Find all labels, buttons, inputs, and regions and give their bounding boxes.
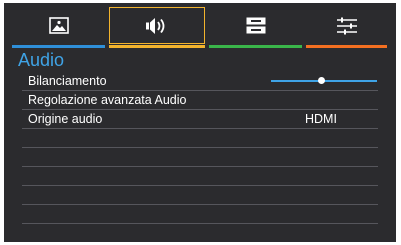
menu-item-label: Bilanciamento xyxy=(28,74,107,88)
tab-audio-indicator xyxy=(109,45,205,48)
picture-icon xyxy=(48,17,69,34)
menu-item-empty xyxy=(22,224,378,242)
display-settings-icon xyxy=(246,17,265,34)
sliders-icon xyxy=(336,17,357,34)
menu-item-empty xyxy=(22,129,378,148)
menu-item-label: Origine audio xyxy=(28,112,103,126)
balance-slider[interactable] xyxy=(271,77,377,84)
menu-item-empty xyxy=(22,167,378,186)
osd-menu: Audio Bilanciamento Regolazione avanzata… xyxy=(4,3,396,242)
tab-picture[interactable] xyxy=(12,7,105,44)
category-tabs xyxy=(12,7,387,50)
tab-settings-indicator xyxy=(306,45,387,48)
menu-item-advanced-audio[interactable]: Regolazione avanzata Audio xyxy=(22,91,378,110)
menu-item-balance[interactable]: Bilanciamento xyxy=(22,72,378,91)
tab-display-indicator xyxy=(209,45,302,48)
menu-item-audio-source[interactable]: Origine audio HDMI xyxy=(22,110,378,129)
section-title: Audio xyxy=(18,50,65,70)
tab-picture-indicator xyxy=(12,45,105,48)
tab-display[interactable] xyxy=(209,7,302,44)
menu-item-empty xyxy=(22,148,378,167)
audio-source-value: HDMI xyxy=(305,112,337,126)
menu-item-label: Regolazione avanzata Audio xyxy=(28,93,187,107)
tab-settings[interactable] xyxy=(306,7,387,44)
menu-item-empty xyxy=(22,186,378,205)
audio-menu: Bilanciamento Regolazione avanzata Audio… xyxy=(22,72,378,242)
speaker-icon xyxy=(146,17,165,34)
menu-item-empty xyxy=(22,205,378,224)
tab-audio[interactable] xyxy=(109,7,205,44)
slider-knob[interactable] xyxy=(317,77,325,84)
